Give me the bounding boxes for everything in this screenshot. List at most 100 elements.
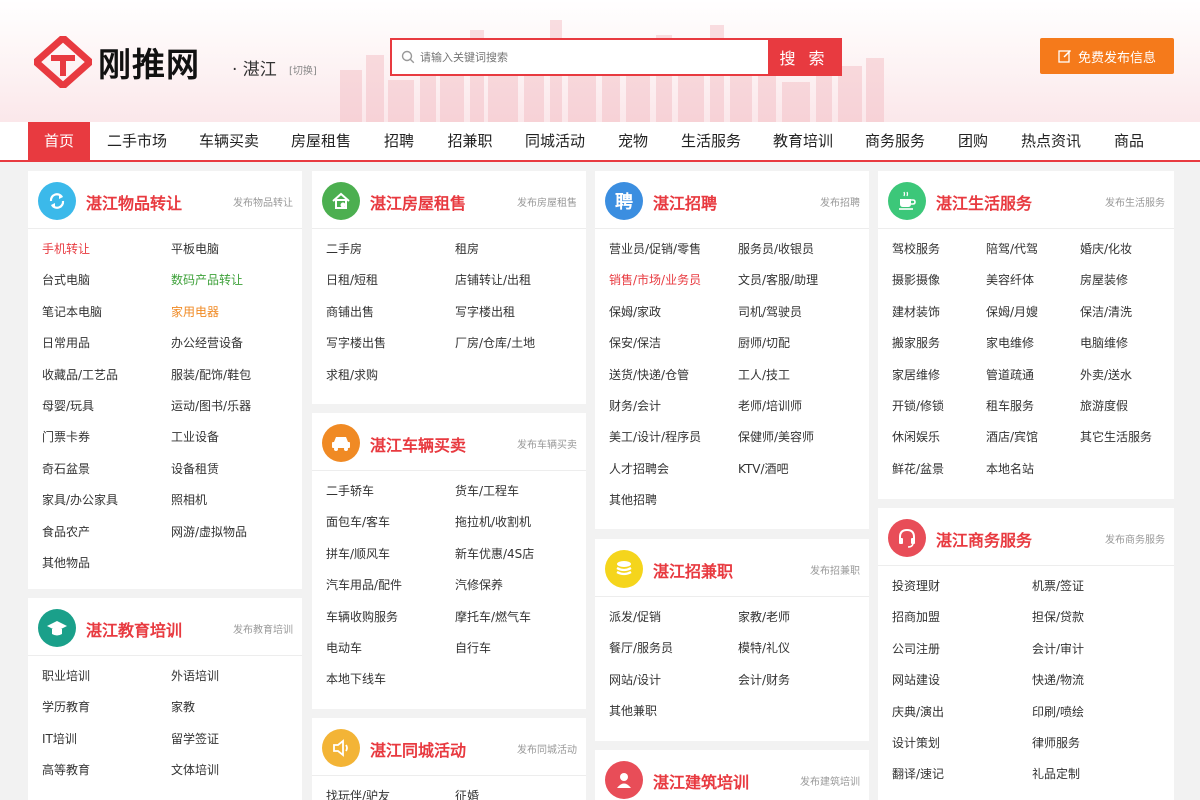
category-link[interactable]: 美容纤体 [986,265,1080,296]
category-link[interactable]: 网站/设计 [609,665,738,696]
search-button[interactable]: 搜 索 [768,40,840,74]
category-link[interactable]: 车辆收购服务 [326,602,455,633]
category-link[interactable]: 保安/保洁 [609,328,738,359]
category-link[interactable]: 搬家服务 [892,328,986,359]
category-link[interactable]: 笔记本电脑 [42,297,171,328]
category-link[interactable]: 老师/培训师 [738,391,867,422]
category-link[interactable]: 厨师/切配 [738,328,867,359]
card-publish-link[interactable]: 发布车辆买卖 [517,436,577,451]
category-link[interactable]: 厂房/仓库/土地 [455,328,584,359]
category-link[interactable]: 家用电器 [171,297,300,328]
category-link[interactable]: 开锁/修锁 [892,391,986,422]
category-link[interactable]: 食品农产 [42,517,171,548]
category-link[interactable]: 商铺出售 [326,297,455,328]
category-link[interactable]: 手机转让 [42,234,171,265]
category-link[interactable]: 门票卡券 [42,422,171,453]
category-link[interactable]: 办公经营设备 [171,328,300,359]
category-link[interactable]: 求租/求购 [326,360,455,391]
category-link[interactable]: 日常用品 [42,328,171,359]
nav-part-time[interactable]: 招兼职 [440,122,500,160]
search-input[interactable] [392,40,768,74]
category-link[interactable]: 机票/签证 [1032,571,1172,602]
category-link[interactable]: 鲜花/盆景 [892,454,986,485]
card-publish-link[interactable]: 发布招聘 [820,194,860,209]
category-link[interactable]: 家教 [171,692,300,723]
category-link[interactable]: 高等教育 [42,755,171,786]
category-link[interactable]: 律师服务 [1032,728,1172,759]
category-link[interactable]: 投资理财 [892,571,1032,602]
category-link[interactable]: 数码产品转让 [171,265,300,296]
category-link[interactable]: 拼车/顺风车 [326,539,455,570]
site-logo[interactable]: 刚推网 [34,36,200,88]
category-link[interactable]: 礼品定制 [1032,759,1172,790]
nav-education[interactable]: 教育培训 [766,122,840,160]
category-link[interactable]: 本地名站 [986,454,1080,485]
category-link[interactable]: 日租/短租 [326,265,455,296]
category-link[interactable]: 留学签证 [171,724,300,755]
category-link[interactable]: 其它生活服务 [1080,422,1174,453]
category-link[interactable]: 旅游度假 [1080,391,1174,422]
category-link[interactable]: 工人/技工 [738,360,867,391]
card-publish-link[interactable]: 发布教育培训 [233,621,293,636]
nav-events[interactable]: 同城活动 [518,122,592,160]
category-link[interactable]: 快递/物流 [1032,665,1172,696]
card-publish-link[interactable]: 发布商务服务 [1105,531,1165,546]
category-link[interactable]: 其他招聘 [609,485,738,516]
category-link[interactable]: 写字楼出售 [326,328,455,359]
category-link[interactable]: 房屋装修 [1080,265,1174,296]
category-link[interactable]: 外语培训 [171,661,300,692]
category-link[interactable]: 人才招聘会 [609,454,738,485]
category-link[interactable]: 保姆/家政 [609,297,738,328]
category-link[interactable]: 收藏品/工艺品 [42,360,171,391]
category-link[interactable]: 平板电脑 [171,234,300,265]
card-publish-link[interactable]: 发布物品转让 [233,194,293,209]
category-link[interactable]: 家电维修 [986,328,1080,359]
category-link[interactable]: 新车优惠/4S店 [455,539,584,570]
category-link[interactable]: 保洁/清洗 [1080,297,1174,328]
category-link[interactable]: 财务/会计 [609,391,738,422]
category-link[interactable]: 租车服务 [986,391,1080,422]
category-link[interactable]: 家居维修 [892,360,986,391]
category-link[interactable]: 管道疏通 [986,360,1080,391]
category-link[interactable]: IT培训 [42,724,171,755]
category-link[interactable]: 派发/促销 [609,602,738,633]
nav-vehicles[interactable]: 车辆买卖 [192,122,266,160]
category-link[interactable]: 设计策划 [892,728,1032,759]
category-link[interactable]: 租房 [455,234,584,265]
category-link[interactable]: 翻译/速记 [892,759,1032,790]
category-link[interactable]: 自行车 [455,633,584,664]
nav-housing[interactable]: 房屋租售 [284,122,358,160]
category-link[interactable]: 会计/财务 [738,665,867,696]
card-publish-link[interactable]: 发布房屋租售 [517,194,577,209]
nav-life-services[interactable]: 生活服务 [674,122,748,160]
category-link[interactable]: 担保/贷款 [1032,602,1172,633]
category-link[interactable]: 照相机 [171,485,300,516]
category-link[interactable]: 庆典/演出 [892,697,1032,728]
category-link[interactable]: 文体培训 [171,755,300,786]
category-link[interactable]: 汽车用品/配件 [326,570,455,601]
category-link[interactable]: 奇石盆景 [42,454,171,485]
publish-button[interactable]: 免费发布信息 [1040,38,1174,74]
category-link[interactable]: 职业培训 [42,661,171,692]
nav-products[interactable]: 商品 [1106,122,1152,160]
category-link[interactable]: 酒店/宾馆 [986,422,1080,453]
category-link[interactable]: 销售/市场/业务员 [609,265,738,296]
category-link[interactable]: 其他兼职 [609,696,738,727]
nav-business[interactable]: 商务服务 [858,122,932,160]
nav-group-buy[interactable]: 团购 [950,122,996,160]
category-link[interactable]: 网游/虚拟物品 [171,517,300,548]
category-link[interactable]: 招商加盟 [892,602,1032,633]
card-publish-link[interactable]: 发布建筑培训 [800,773,860,788]
category-link[interactable]: 营业员/促销/零售 [609,234,738,265]
category-link[interactable]: 文员/客服/助理 [738,265,867,296]
category-link[interactable]: 面包车/客车 [326,507,455,538]
category-link[interactable]: 送货/快递/仓管 [609,360,738,391]
category-link[interactable]: 其他物品 [42,548,171,579]
category-link[interactable]: 陪驾/代驾 [986,234,1080,265]
card-publish-link[interactable]: 发布招兼职 [810,562,860,577]
category-link[interactable]: 印刷/喷绘 [1032,697,1172,728]
category-link[interactable]: 外卖/送水 [1080,360,1174,391]
category-link[interactable]: 美工/设计/程序员 [609,422,738,453]
category-link[interactable]: 休闲娱乐 [892,422,986,453]
nav-jobs[interactable]: 招聘 [376,122,422,160]
